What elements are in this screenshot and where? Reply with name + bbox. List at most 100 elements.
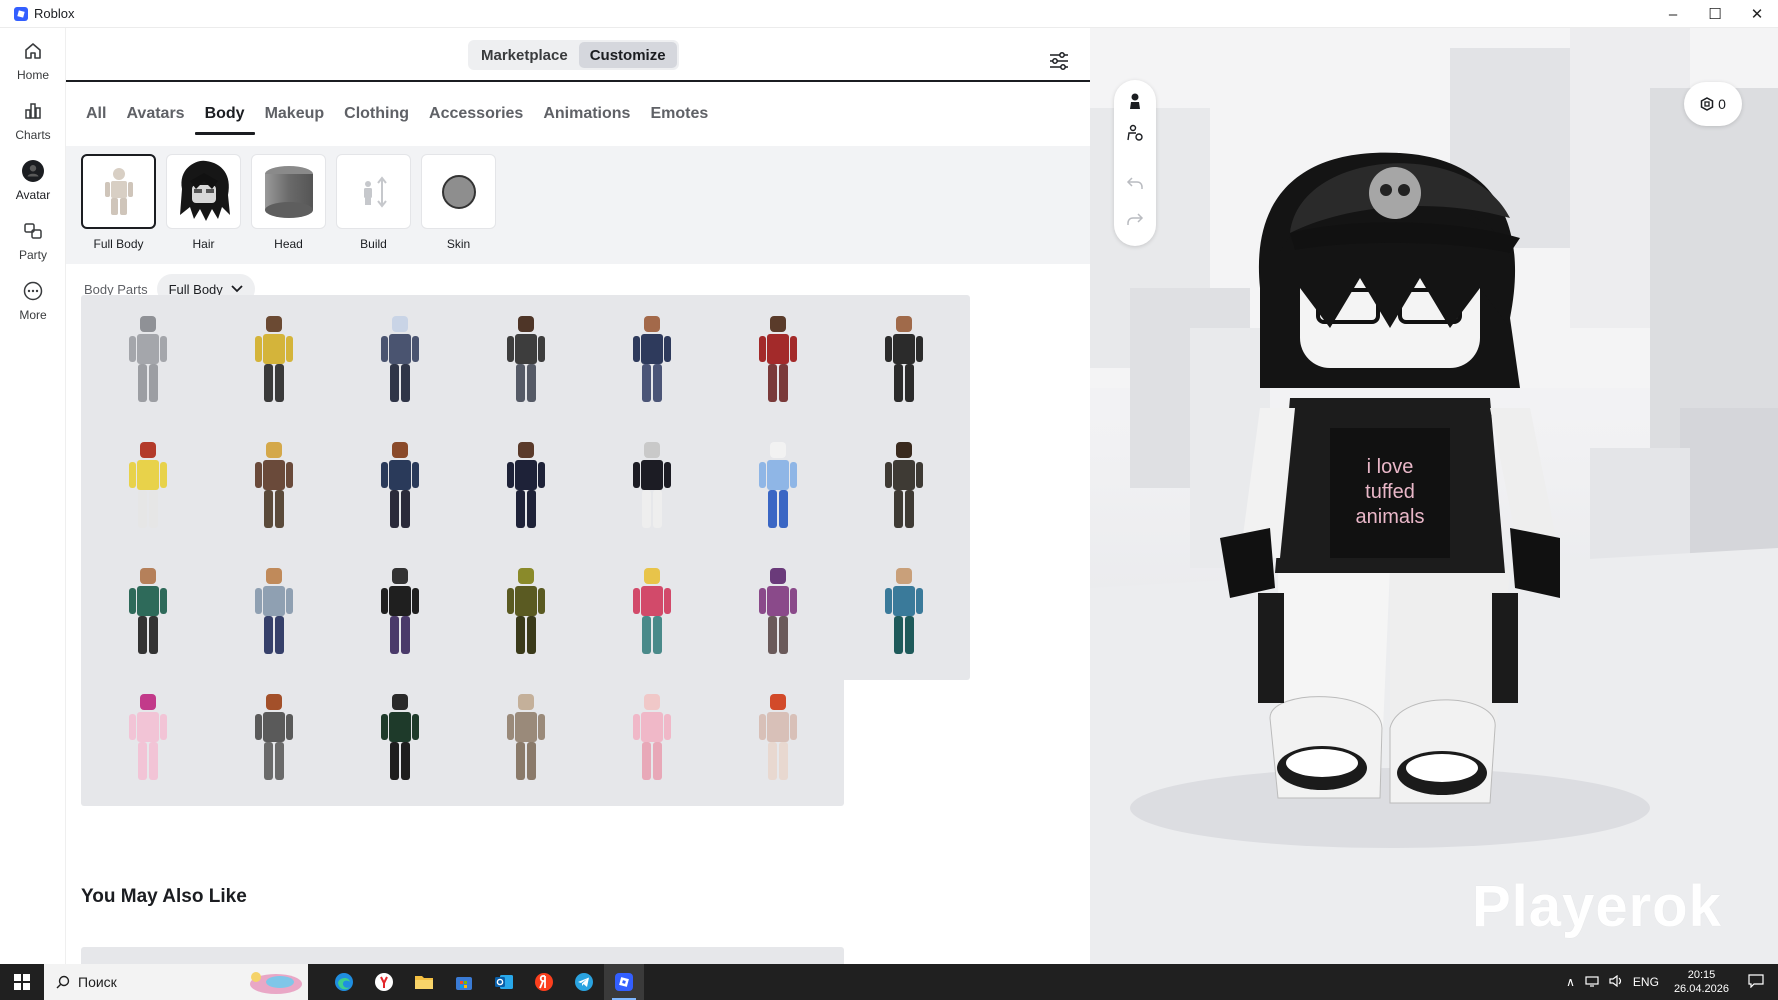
body-item-tile[interactable]	[837, 295, 970, 428]
subcategory-build[interactable]: Build	[336, 154, 411, 251]
input-language[interactable]: ENG	[1633, 975, 1659, 989]
tab-accessories[interactable]: Accessories	[419, 90, 533, 138]
head-thumbnail	[251, 154, 326, 229]
nav-more[interactable]: More	[0, 272, 66, 330]
recommended-item-tile[interactable]	[459, 947, 592, 964]
body-item-tile[interactable]	[711, 673, 844, 806]
filter-settings-button[interactable]	[1048, 50, 1070, 72]
windows-taskbar: Поиск ∧ ENG 20:15 26.04.2026	[0, 964, 1778, 1000]
body-item-tile[interactable]	[207, 421, 340, 554]
body-item-tile[interactable]	[459, 295, 592, 428]
avatar-figure-icon	[254, 315, 293, 402]
avatar-view-icon	[1130, 93, 1140, 109]
body-item-tile[interactable]	[81, 673, 214, 806]
chart-icon	[22, 100, 44, 122]
taskbar-yandex[interactable]	[524, 964, 564, 1000]
avatar-editor-panel: Marketplace Customize All Avatars Body M…	[66, 28, 1090, 964]
tab-makeup[interactable]: Makeup	[255, 90, 335, 138]
body-item-tile[interactable]	[459, 421, 592, 554]
clock-date: 26.04.2026	[1673, 983, 1729, 995]
body-item-tile[interactable]	[333, 295, 466, 428]
nav-charts-label: Charts	[15, 128, 51, 142]
skin-thumbnail	[421, 154, 496, 229]
body-item-tile[interactable]	[459, 547, 592, 680]
nav-party[interactable]: Party	[0, 212, 66, 270]
redo-button[interactable]	[1124, 208, 1146, 230]
tab-avatars[interactable]: Avatars	[116, 90, 194, 138]
avatar-figure-icon	[758, 693, 797, 780]
volume-icon[interactable]	[1609, 974, 1623, 990]
roblox-logo-icon	[14, 6, 28, 21]
taskbar-store[interactable]	[444, 964, 484, 1000]
taskbar-file-explorer[interactable]	[404, 964, 444, 1000]
recommended-item-tile[interactable]	[585, 947, 718, 964]
avatar-settings-button[interactable]	[1124, 122, 1146, 144]
clock-time: 20:15	[1687, 969, 1716, 981]
network-icon[interactable]	[1585, 975, 1599, 990]
body-item-tile[interactable]	[711, 547, 844, 680]
subcategory-label: Hair	[192, 237, 215, 251]
recommended-item-tile[interactable]	[711, 947, 844, 964]
avatar-figure-icon	[380, 567, 419, 654]
body-item-tile[interactable]	[81, 421, 214, 554]
avatar-figure-icon	[128, 567, 167, 654]
tab-emotes[interactable]: Emotes	[640, 90, 718, 138]
start-button[interactable]	[0, 964, 44, 1000]
subcategory-head[interactable]: Head	[251, 154, 326, 251]
party-icon	[22, 220, 44, 242]
recommended-item-tile[interactable]	[333, 947, 466, 964]
nav-charts[interactable]: Charts	[0, 92, 66, 150]
body-item-tile[interactable]	[585, 673, 718, 806]
body-item-tile[interactable]	[207, 547, 340, 680]
minimize-button[interactable]: –	[1652, 0, 1694, 28]
watermark-text: Playerok	[1472, 874, 1722, 939]
tab-all[interactable]: All	[76, 90, 116, 138]
recommended-item-tile[interactable]	[81, 947, 214, 964]
undo-button[interactable]	[1124, 172, 1146, 194]
body-item-tile[interactable]	[333, 547, 466, 680]
subcategory-full-body[interactable]: Full Body	[81, 154, 156, 251]
customize-toggle[interactable]: Customize	[578, 42, 677, 68]
body-item-tile[interactable]	[459, 673, 592, 806]
notifications-icon[interactable]	[1748, 973, 1764, 991]
body-item-tile[interactable]	[585, 421, 718, 554]
system-tray: ∧ ENG 20:15 26.04.2026	[1561, 964, 1778, 1000]
taskbar-yandex-browser[interactable]	[364, 964, 404, 1000]
body-item-tile[interactable]	[207, 295, 340, 428]
chevron-up-icon[interactable]: ∧	[1566, 975, 1575, 989]
tab-body[interactable]: Body	[194, 90, 255, 138]
avatar-figure-icon	[506, 441, 545, 528]
body-item-tile[interactable]	[837, 547, 970, 680]
subcategory-skin[interactable]: Skin	[421, 154, 496, 251]
taskbar-telegram[interactable]	[564, 964, 604, 1000]
clock[interactable]: 20:15 26.04.2026	[1674, 968, 1729, 996]
subcategory-label: Skin	[446, 237, 471, 251]
maximize-button[interactable]: ☐	[1694, 0, 1736, 28]
body-item-tile[interactable]	[333, 673, 466, 806]
svg-text:tuffed: tuffed	[1365, 481, 1415, 503]
body-item-tile[interactable]	[837, 421, 970, 554]
body-item-tile[interactable]	[81, 295, 214, 428]
nav-avatar[interactable]: Avatar	[0, 152, 66, 210]
taskbar-roblox[interactable]	[604, 964, 644, 1000]
body-item-tile[interactable]	[711, 295, 844, 428]
taskbar-edge[interactable]	[324, 964, 364, 1000]
close-button[interactable]: ✕	[1736, 0, 1778, 28]
tab-animations[interactable]: Animations	[533, 90, 640, 138]
body-item-tile[interactable]	[711, 421, 844, 554]
marketplace-toggle[interactable]: Marketplace	[470, 42, 579, 68]
body-item-tile[interactable]	[81, 547, 214, 680]
nav-home[interactable]: Home	[0, 32, 66, 90]
tab-clothing[interactable]: Clothing	[334, 90, 419, 138]
body-item-tile[interactable]	[333, 421, 466, 554]
recommended-item-tile[interactable]	[207, 947, 340, 964]
body-item-tile[interactable]	[585, 547, 718, 680]
robux-balance[interactable]: 0	[1684, 82, 1742, 126]
taskbar-search[interactable]: Поиск	[44, 964, 308, 1000]
avatar-view-button[interactable]	[1124, 90, 1146, 112]
subcategory-hair[interactable]: Hair	[166, 154, 241, 251]
avatar-3d-viewport[interactable]: i love tuffed animals 0 Playerok	[1090, 28, 1778, 964]
body-item-tile[interactable]	[585, 295, 718, 428]
body-item-tile[interactable]	[207, 673, 340, 806]
taskbar-outlook[interactable]	[484, 964, 524, 1000]
